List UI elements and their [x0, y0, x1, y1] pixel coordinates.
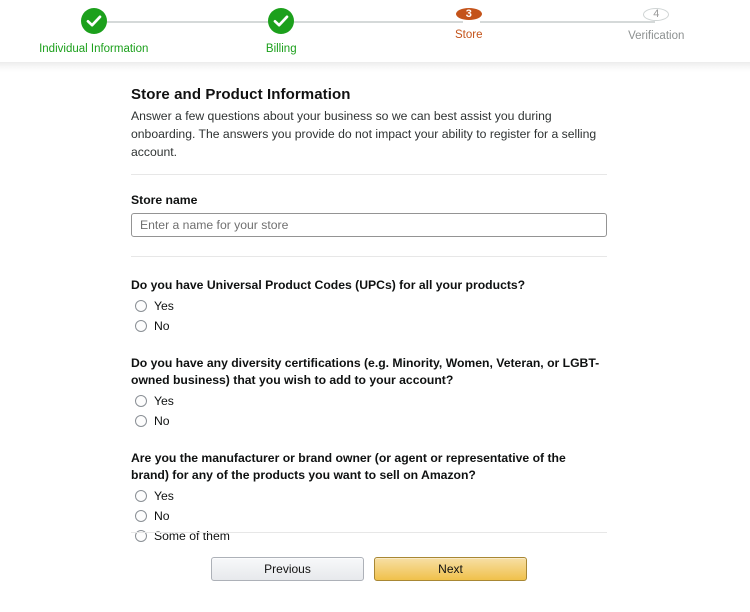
stepper-label-store: Store	[455, 29, 483, 41]
question-text: Do you have any diversity certifications…	[131, 356, 600, 387]
previous-button[interactable]: Previous	[211, 557, 364, 581]
form-actions: Previous Next	[131, 557, 607, 581]
radio-label: No	[154, 319, 170, 333]
radio-option-diversity-no[interactable]: No	[131, 412, 607, 430]
radio-option-upc-yes[interactable]: Yes	[131, 297, 607, 315]
stepper-label-billing: Billing	[265, 43, 297, 55]
radio-circle-icon[interactable]	[135, 320, 147, 332]
stepper-shadow	[0, 62, 750, 72]
radio-circle-icon[interactable]	[135, 490, 147, 502]
radio-label: Yes	[154, 394, 174, 408]
radio-option-upc-no[interactable]: No	[131, 317, 607, 335]
section-divider-top	[131, 174, 607, 175]
radio-option-brand-owner-no[interactable]: No	[131, 507, 607, 525]
store-name-label: Store name	[131, 193, 198, 207]
radio-label: No	[154, 509, 170, 523]
check-icon	[80, 8, 107, 34]
question-text: Do you have Universal Product Codes (UPC…	[131, 278, 526, 292]
stepper-step-store[interactable]: 3 Store	[375, 8, 563, 42]
step-number-badge: 4	[643, 8, 670, 21]
question-text: Are you the manufacturer or brand owner …	[131, 451, 566, 482]
radio-circle-icon[interactable]	[135, 395, 147, 407]
check-icon	[268, 8, 295, 34]
stepper-step-verification[interactable]: 4 Verification	[563, 8, 750, 42]
radio-label: No	[154, 414, 170, 428]
footer-divider	[131, 532, 607, 533]
page-description: Answer a few questions about your busine…	[131, 109, 597, 159]
stepper-label-individual-information: Individual Information	[39, 43, 149, 55]
section-divider-store-name	[131, 256, 607, 257]
radio-circle-icon[interactable]	[135, 300, 147, 312]
stepper-step-individual-information[interactable]: Individual Information	[0, 8, 188, 55]
store-information-form: Store and Product Information Answer a f…	[131, 86, 607, 545]
progress-stepper: Individual Information Billing 3 Store 4…	[0, 0, 750, 72]
stepper-label-verification: Verification	[628, 30, 685, 42]
radio-option-diversity-yes[interactable]: Yes	[131, 392, 607, 410]
store-name-input[interactable]	[131, 213, 607, 237]
radio-label: Yes	[154, 489, 174, 503]
radio-circle-icon[interactable]	[135, 415, 147, 427]
radio-circle-icon[interactable]	[135, 510, 147, 522]
radio-label: Yes	[154, 299, 174, 313]
next-button[interactable]: Next	[374, 557, 527, 581]
radio-option-brand-owner-yes[interactable]: Yes	[131, 487, 607, 505]
question-diversity-certifications: Do you have any diversity certifications…	[131, 355, 607, 430]
step-number-badge: 3	[455, 8, 482, 20]
stepper-steps: Individual Information Billing 3 Store 4…	[0, 8, 750, 55]
question-brand-owner: Are you the manufacturer or brand owner …	[131, 450, 607, 545]
stepper-step-billing[interactable]: Billing	[188, 8, 376, 55]
radio-option-brand-owner-some[interactable]: Some of them	[131, 527, 607, 545]
page-title: Store and Product Information	[131, 86, 351, 103]
question-upc: Do you have Universal Product Codes (UPC…	[131, 277, 607, 335]
